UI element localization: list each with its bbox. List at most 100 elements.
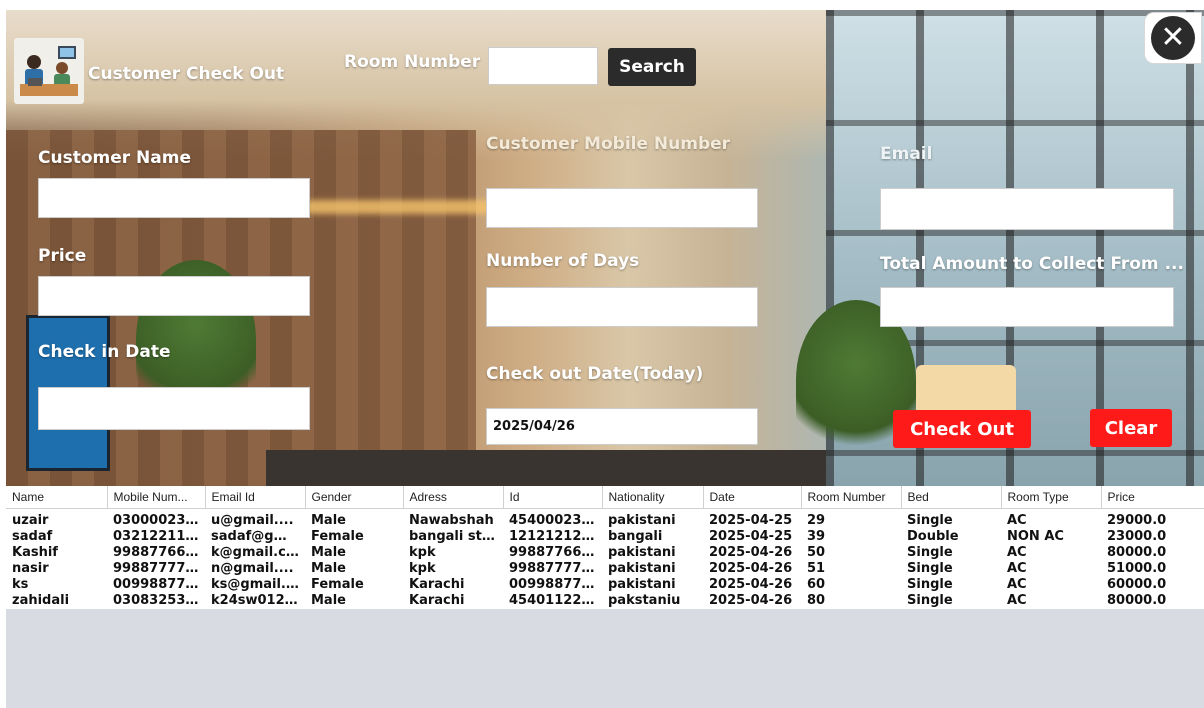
table-cell: ks [6,577,107,593]
table-cell: Male [305,593,403,609]
room-number-label: Room Number [344,52,481,72]
page-title: Customer Check Out [88,64,285,84]
column-header[interactable]: Gender [305,486,404,509]
table-row[interactable]: sadaf 03212211... sadaf@gm... Female bangali… [6,529,1204,545]
table-cell: 99887777... [503,561,602,577]
table-cell: 80000.0 [1101,593,1204,609]
table-cell: AC [1001,508,1101,529]
check-in-date-input[interactable] [38,387,310,430]
number-of-days-label: Number of Days [486,251,640,271]
table-cell: 99887766... [107,545,205,561]
table-row[interactable]: Kashif 99887766... k@gmail.c... Male kpk 9988… [6,545,1204,561]
table-cell: zahidali [6,593,107,609]
customer-name-label: Customer Name [38,148,191,168]
reception-logo-icon [14,38,84,104]
room-number-input[interactable] [488,47,598,85]
table-cell: 03212211... [107,529,205,545]
table-cell: 45400023... [503,508,602,529]
number-of-days-input[interactable] [486,287,758,327]
table-cell: 50 [801,545,901,561]
table-cell: 60000.0 [1101,577,1204,593]
column-header[interactable]: Adress [403,486,504,509]
table-cell: ks@gmail.... [205,577,305,593]
table-cell: 80 [801,593,901,609]
search-button[interactable]: Search [608,48,696,86]
column-header[interactable]: Mobile Num... [107,486,206,509]
table-cell: 99887766... [503,545,602,561]
check-out-date-label: Check out Date(Today) [486,364,704,384]
table-cell: 51000.0 [1101,561,1204,577]
column-header[interactable]: Bed [901,486,1002,509]
table-row[interactable]: ks 00998877... ks@gmail.... Female Karachi 00… [6,577,1204,593]
total-amount-label: Total Amount to Collect From ... [880,254,1184,274]
close-button[interactable]: ✕ [1144,12,1202,64]
customer-table[interactable]: Name Mobile Num... Email Id Gender Adres… [6,486,1204,708]
table-cell: Male [305,508,403,529]
table-header-row: Name Mobile Num... Email Id Gender Adres… [6,486,1204,509]
column-header[interactable]: Id [503,486,603,509]
table-cell: 2025-04-26 [703,545,801,561]
table-cell: k@gmail.c... [205,545,305,561]
table-cell: AC [1001,593,1101,609]
table-cell: 51 [801,561,901,577]
table-cell: Female [305,577,403,593]
table-cell: 03083253... [107,593,205,609]
table-row[interactable]: zahidali 03083253... k24sw012... Male Karach… [6,593,1204,609]
column-header[interactable]: Name [6,486,108,509]
table-cell: 29 [801,508,901,529]
table-cell: Karachi [403,577,503,593]
column-header[interactable]: Price [1101,486,1204,509]
table-cell: u@gmail.... [205,508,305,529]
price-label: Price [38,246,87,266]
check-out-button[interactable]: Check Out [893,410,1031,448]
table-cell: 2025-04-25 [703,529,801,545]
email-input[interactable] [880,188,1174,230]
total-amount-input[interactable] [880,287,1174,327]
table-cell: bangali str... [403,529,503,545]
table-cell: AC [1001,577,1101,593]
table-cell: Single [901,577,1001,593]
table-cell: 12121212... [503,529,602,545]
table-cell: pakistani [602,561,703,577]
table-row[interactable]: nasir 99887777... n@gmail.... Male kpk 998877… [6,561,1204,577]
table-cell: pakstaniu [602,593,703,609]
table-cell: Male [305,561,403,577]
column-header[interactable]: Nationality [602,486,704,509]
lamp [916,365,1016,411]
column-header[interactable]: Room Type [1001,486,1102,509]
table-cell: bangali [602,529,703,545]
table-cell: 2025-04-26 [703,577,801,593]
column-header[interactable]: Room Number [801,486,902,509]
clear-button[interactable]: Clear [1090,409,1172,447]
table-cell: uzair [6,508,107,529]
table-cell: sadaf [6,529,107,545]
column-header[interactable]: Email Id [205,486,306,509]
column-header[interactable]: Date [703,486,802,509]
table-cell: nasir [6,561,107,577]
table-cell: pakistani [602,577,703,593]
customer-mobile-input[interactable] [486,188,758,228]
table-cell: 99887777... [107,561,205,577]
table-cell: AC [1001,545,1101,561]
table-cell: Single [901,508,1001,529]
price-input[interactable] [38,276,310,316]
table-body: uzair 03000023... u@gmail.... Male Nawabshah… [6,508,1204,609]
close-icon: ✕ [1151,16,1195,60]
table-cell: 00998877... [503,577,602,593]
table-cell: 03000023... [107,508,205,529]
table-cell: Single [901,593,1001,609]
table-cell: kpk [403,545,503,561]
check-out-date-input[interactable] [486,408,758,445]
table-cell: Nawabshah [403,508,503,529]
table-cell: pakistani [602,508,703,529]
table-row[interactable]: uzair 03000023... u@gmail.... Male Nawabshah… [6,508,1204,529]
table-cell: 39 [801,529,901,545]
table-cell: n@gmail.... [205,561,305,577]
customer-name-input[interactable] [38,178,310,218]
table-cell: 00998877... [107,577,205,593]
table-cell: k24sw012... [205,593,305,609]
table-cell: Double [901,529,1001,545]
table-cell: 23000.0 [1101,529,1204,545]
table-cell: Single [901,561,1001,577]
table-cell: 2025-04-25 [703,508,801,529]
